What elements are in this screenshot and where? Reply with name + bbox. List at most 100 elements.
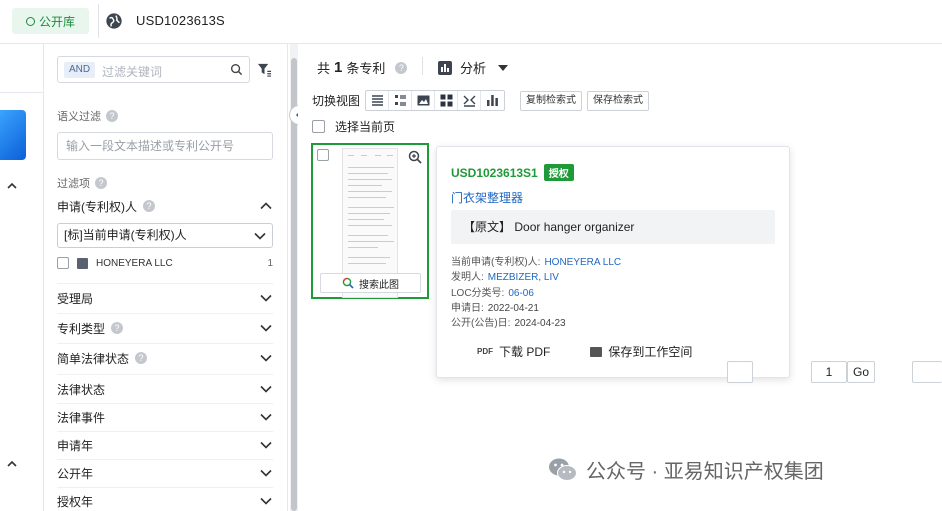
zoom-in-icon[interactable]: [408, 150, 422, 164]
globe-icon[interactable]: [98, 4, 128, 38]
help-icon[interactable]: ?: [135, 352, 148, 364]
chevron-down-icon[interactable]: [259, 410, 273, 424]
save-query-button[interactable]: 保存检索式: [587, 90, 650, 111]
applicant-option-row[interactable]: HONEYERA LLC 1: [57, 255, 273, 271]
public-library-label: 公开库: [38, 14, 75, 29]
chevron-up-icon[interactable]: [6, 180, 18, 195]
chevron-up-icon[interactable]: [259, 199, 273, 213]
filter-group-office[interactable]: 受理局: [57, 284, 273, 312]
caret-down-icon: [498, 64, 509, 71]
meta-applicant: 当前申请(专利权)人: HONEYERA LLC: [451, 253, 621, 268]
chevron-down-icon[interactable]: [259, 291, 273, 305]
help-icon[interactable]: ?: [111, 322, 124, 334]
select-page-checkbox[interactable]: [312, 120, 325, 133]
save-to-workspace-button[interactable]: 保存到工作空间: [590, 343, 692, 360]
filter-group-legal-status[interactable]: 法律状态: [57, 375, 273, 403]
pager-go-button[interactable]: Go: [847, 361, 875, 383]
image-icon: [417, 95, 430, 106]
help-icon[interactable]: ?: [395, 61, 408, 74]
detail-list-view-button[interactable]: [389, 91, 413, 110]
search-by-image-button[interactable]: 搜索此图: [320, 273, 421, 293]
pager-jump-input[interactable]: 1: [811, 361, 847, 383]
filter-group-label: 简单法律状态: [57, 351, 130, 366]
copy-query-button[interactable]: 复制检索式: [520, 90, 583, 111]
thumbnail-checkbox[interactable]: [317, 149, 329, 161]
patent-thumbnail-card[interactable]: 搜索此图: [311, 143, 429, 299]
loc-class-link[interactable]: 06-06: [508, 288, 534, 299]
switch-view-label: 切换视图: [312, 94, 361, 108]
grid-view-button[interactable]: [435, 91, 459, 110]
help-icon[interactable]: ?: [106, 110, 118, 122]
image-view-button[interactable]: [412, 91, 436, 110]
count-prefix: 共: [317, 61, 331, 76]
folder-icon: [590, 346, 603, 357]
public-library-button[interactable]: 公开库: [12, 8, 89, 34]
semantic-filter-label: 语义过滤 ?: [57, 108, 118, 124]
pager-page-button[interactable]: [727, 361, 753, 383]
filter-group-grant-year[interactable]: 授权年: [57, 487, 273, 511]
select-page-row[interactable]: 选择当前页: [312, 118, 395, 135]
filter-group-simple-legal-status[interactable]: 简单法律状态?: [57, 344, 273, 372]
chevron-down-icon[interactable]: [259, 438, 273, 452]
help-icon[interactable]: ?: [95, 177, 107, 189]
bar-chart-icon: [487, 95, 498, 106]
divider: [422, 57, 423, 75]
count-number: 1: [334, 59, 343, 76]
filter-group-label: 申请年: [57, 438, 94, 453]
image-search-icon: [342, 277, 354, 289]
detail-list-icon: [394, 95, 406, 106]
filter-items-label: 过滤项 ?: [57, 175, 107, 191]
chevron-down-icon[interactable]: [259, 466, 273, 480]
help-icon[interactable]: ?: [143, 200, 155, 212]
list-view-button[interactable]: [366, 91, 390, 110]
search-query-text[interactable]: USD1023613S: [136, 13, 225, 28]
filter-group-patent-type[interactable]: 专利类型?: [57, 314, 273, 342]
compare-view-button[interactable]: [458, 91, 482, 110]
filter-group-label: 公开年: [57, 466, 94, 481]
view-switcher: [365, 90, 506, 111]
filter-group-applicant[interactable]: 申请(专利权)人 ?: [57, 192, 273, 220]
analysis-dropdown[interactable]: 分析: [438, 58, 509, 77]
meta-application-date: 申请日: 2022-04-21: [451, 299, 539, 314]
applicant-checkbox[interactable]: [57, 257, 69, 269]
page-size-select[interactable]: [912, 361, 942, 383]
cube-logo-icon: [0, 110, 26, 160]
compare-icon: [463, 95, 476, 107]
top-bar: 公开库 USD1023613S: [0, 0, 942, 44]
meta-label: 发明人:: [451, 272, 484, 283]
filter-sidebar: AND 过滤关键词 语义过滤 ? 输入一段文本描述或专利公开号 过滤项 ? 申请…: [44, 44, 288, 511]
filter-group-label: 受理局: [57, 291, 94, 306]
applicant-link[interactable]: HONEYERA LLC: [544, 257, 621, 268]
bar-chart-icon: [438, 60, 452, 75]
semantic-filter-input[interactable]: 输入一段文本描述或专利公开号: [57, 132, 273, 160]
scrollbar-thumb[interactable]: [291, 58, 297, 511]
filter-funnel-icon[interactable]: [257, 62, 272, 77]
chevron-down-icon[interactable]: [259, 382, 273, 396]
applicant-option-label: HONEYERA LLC: [96, 257, 173, 269]
filter-group-legal-event[interactable]: 法律事件: [57, 403, 273, 431]
filter-group-publication-year[interactable]: 公开年: [57, 459, 273, 487]
search-icon[interactable]: [230, 63, 243, 76]
inventor-link[interactable]: MEZBIZER, LIV: [488, 272, 559, 283]
meta-value: 2024-04-23: [514, 318, 566, 329]
select-page-label: 选择当前页: [335, 120, 396, 134]
download-pdf-label: 下载 PDF: [499, 345, 551, 359]
filter-group-label: 法律事件: [57, 410, 106, 425]
filter-group-application-year[interactable]: 申请年: [57, 431, 273, 459]
grant-status-badge: 授权: [543, 164, 574, 181]
applicant-type-select[interactable]: [标]当前申请(专利权)人: [57, 223, 273, 248]
chevron-down-icon[interactable]: [259, 494, 273, 508]
patent-number[interactable]: USD1023613S1: [451, 166, 538, 180]
chevron-down-icon[interactable]: [259, 351, 273, 365]
keyword-filter-input[interactable]: AND 过滤关键词: [57, 56, 250, 83]
and-operator-tag[interactable]: AND: [64, 62, 96, 78]
chevron-up-icon-lower[interactable]: [6, 458, 18, 473]
grid-icon: [440, 94, 453, 107]
chart-view-button[interactable]: [481, 91, 504, 110]
popup-actions: PDF 下载 PDF 保存到工作空间: [477, 343, 692, 360]
download-pdf-button[interactable]: PDF 下载 PDF: [477, 343, 550, 360]
filter-group-label: 授权年: [57, 494, 94, 509]
chevron-down-icon[interactable]: [259, 321, 273, 335]
patent-detail-popup: USD1023613S1 授权 门衣架整理器 【原文】 Door hanger …: [436, 146, 790, 378]
patent-title-link[interactable]: 门衣架整理器: [451, 189, 523, 206]
